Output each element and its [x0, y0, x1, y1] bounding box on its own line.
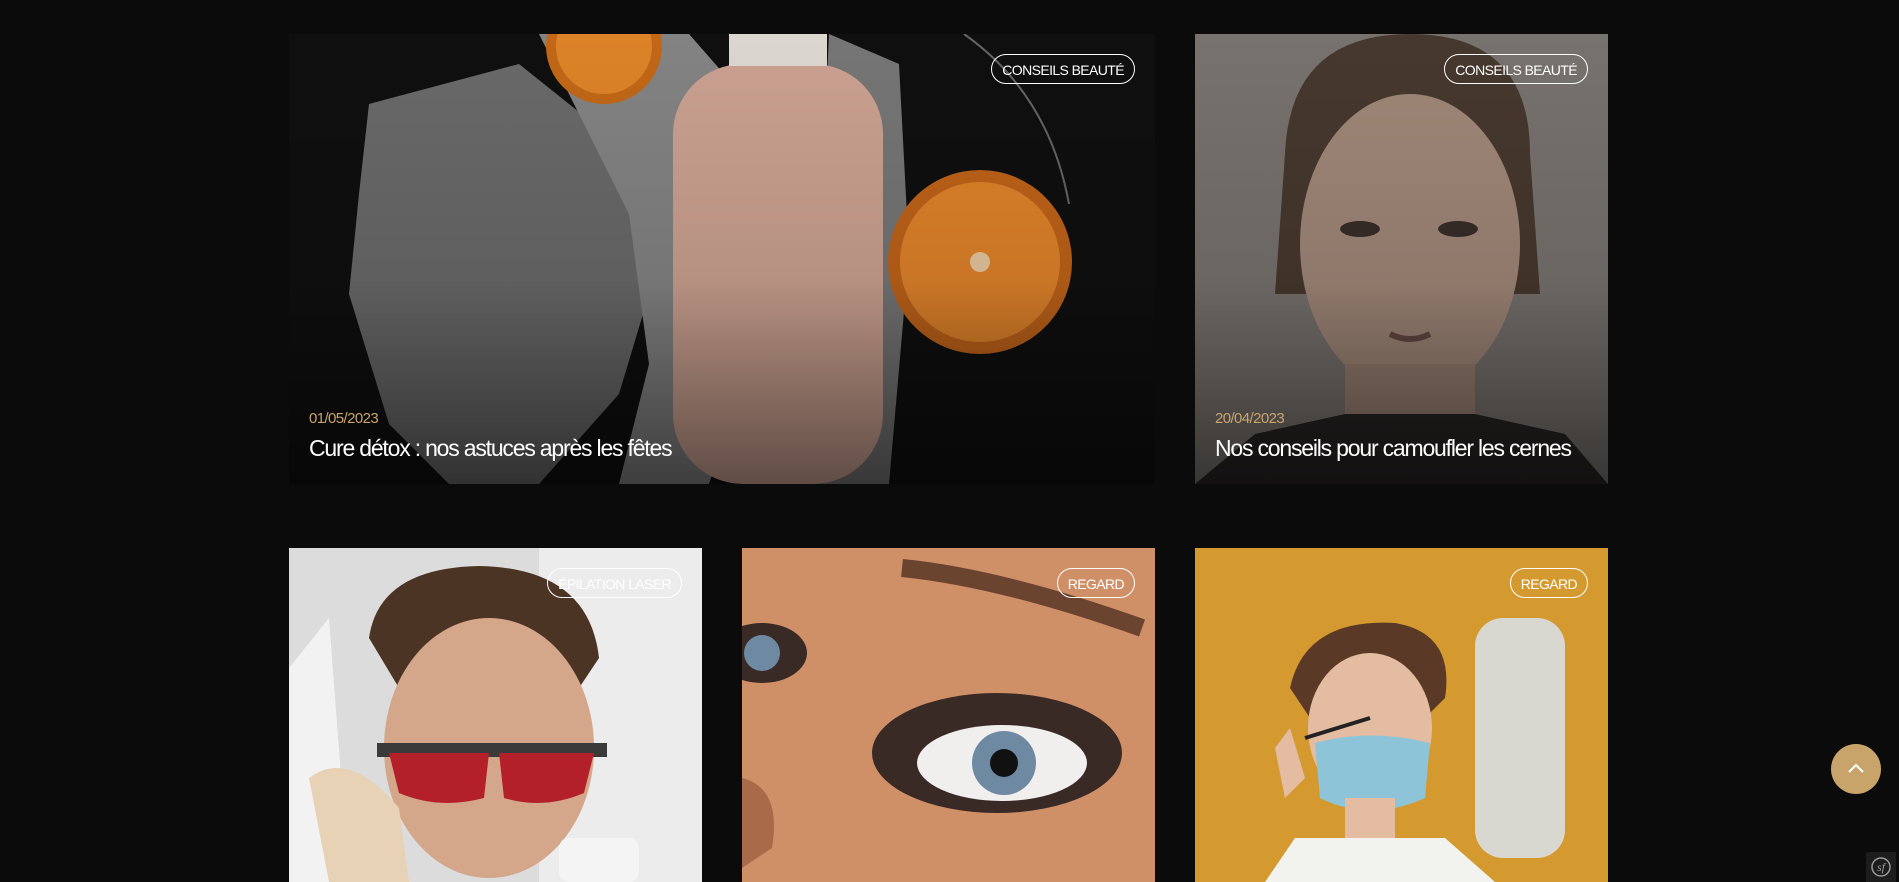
chevron-up-icon: [1848, 763, 1864, 773]
article-card-regard-1[interactable]: REGARD: [742, 548, 1155, 882]
article-title[interactable]: Cure détox : nos astuces après les fêtes: [309, 435, 673, 462]
category-tag[interactable]: REGARD: [1509, 568, 1588, 598]
article-card-regard-2[interactable]: REGARD: [1195, 548, 1608, 882]
svg-text:sf: sf: [1877, 860, 1887, 874]
article-title[interactable]: Nos conseils pour camoufler les cernes: [1215, 435, 1572, 462]
article-card-cernes[interactable]: CONSEILS BEAUTÉ 20/04/2023 Nos conseils …: [1195, 34, 1608, 484]
article-date: 20/04/2023: [1215, 410, 1285, 427]
category-tag[interactable]: CONSEILS BEAUTÉ: [1444, 54, 1588, 84]
dev-toolbar-toggle[interactable]: sf: [1866, 852, 1896, 882]
article-card-laser[interactable]: ÉPILATION LASER: [289, 548, 702, 882]
back-to-top-button[interactable]: [1831, 744, 1881, 794]
symfony-logo-icon: sf: [1871, 857, 1891, 877]
category-tag[interactable]: REGARD: [1056, 568, 1135, 598]
category-tag[interactable]: CONSEILS BEAUTÉ: [991, 54, 1135, 84]
article-date: 01/05/2023: [309, 410, 379, 427]
category-tag[interactable]: ÉPILATION LASER: [547, 568, 682, 598]
article-card-detox[interactable]: CONSEILS BEAUTÉ 01/05/2023 Cure détox : …: [289, 34, 1155, 484]
